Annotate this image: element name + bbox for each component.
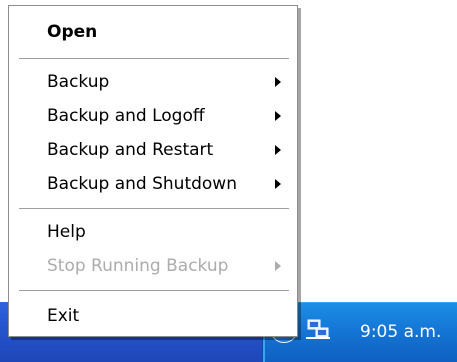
menu-item-help[interactable]: Help bbox=[9, 219, 297, 245]
menu-separator bbox=[19, 58, 289, 59]
menu-item-open[interactable]: Open bbox=[9, 19, 297, 45]
menu-item-label: Exit bbox=[47, 306, 80, 326]
menu-item-label: Open bbox=[47, 22, 98, 42]
menu-item-label: Stop Running Backup bbox=[47, 256, 229, 276]
network-icon[interactable] bbox=[306, 318, 330, 340]
submenu-arrow-icon bbox=[275, 77, 281, 87]
menu-item-stop-running-backup: Stop Running Backup bbox=[9, 253, 297, 279]
context-menu: Open Backup Backup and Logoff Backup and… bbox=[8, 5, 298, 337]
menu-item-label: Backup and Shutdown bbox=[47, 174, 237, 194]
menu-item-label: Backup and Restart bbox=[47, 140, 214, 160]
menu-item-backup-shutdown[interactable]: Backup and Shutdown bbox=[9, 171, 297, 197]
menu-item-label: Backup bbox=[47, 72, 110, 92]
submenu-arrow-icon bbox=[275, 111, 281, 121]
menu-item-backup[interactable]: Backup bbox=[9, 69, 297, 95]
submenu-arrow-icon bbox=[275, 145, 281, 155]
menu-item-exit[interactable]: Exit bbox=[9, 303, 297, 329]
menu-separator bbox=[19, 290, 289, 291]
menu-item-backup-logoff[interactable]: Backup and Logoff bbox=[9, 103, 297, 129]
menu-item-label: Backup and Logoff bbox=[47, 106, 205, 126]
clock[interactable]: 9:05 a.m. bbox=[360, 322, 441, 342]
submenu-arrow-icon bbox=[275, 179, 281, 189]
menu-item-label: Help bbox=[47, 222, 86, 242]
submenu-arrow-icon bbox=[275, 261, 281, 271]
menu-item-backup-restart[interactable]: Backup and Restart bbox=[9, 137, 297, 163]
menu-separator bbox=[19, 208, 289, 209]
